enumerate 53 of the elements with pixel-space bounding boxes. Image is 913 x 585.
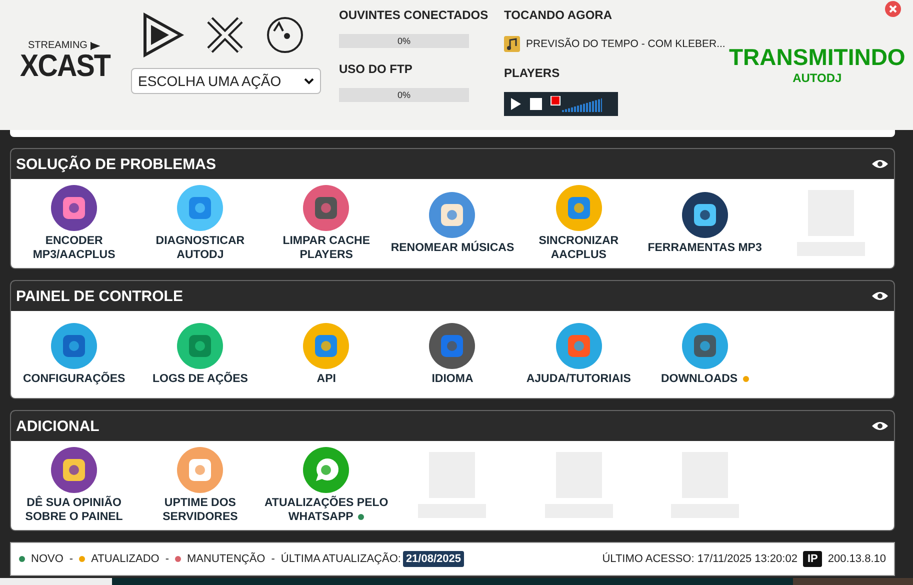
eye-icon[interactable] — [872, 291, 888, 301]
tool-link[interactable]: UPTIME DOS SERVIDORES — [137, 496, 264, 524]
now-playing-label: TOCANDO AGORA — [504, 8, 613, 22]
whatsapp-icon[interactable] — [302, 446, 350, 494]
action-select[interactable]: ESCOLHA UMA AÇÃO — [131, 68, 321, 94]
legend-label: NOVO — [31, 553, 64, 565]
section-header: ADICIONAL — [11, 411, 894, 441]
eye-icon[interactable] — [872, 159, 888, 169]
play-icon[interactable] — [141, 12, 185, 58]
progress-bar: 0% — [339, 34, 469, 48]
close-icon[interactable] — [205, 15, 245, 55]
tool-link[interactable]: DOWNLOADS — [660, 372, 749, 386]
logo-wordmark: XCAST — [20, 51, 110, 81]
date-badge: 21/08/2025 — [402, 551, 464, 567]
separator-dash: - — [165, 553, 170, 565]
ip-address: 200.13.8.10 — [828, 553, 886, 565]
tool-link[interactable]: FERRAMENTAS MP3 — [648, 241, 762, 255]
restart-icon[interactable] — [265, 15, 305, 55]
play-flag-icon — [90, 42, 100, 50]
status-subtitle: AUTODJ — [792, 71, 842, 85]
tool-link[interactable]: API — [316, 372, 336, 386]
ip-badge: IP — [803, 551, 822, 567]
status-title: TRANSMITINDO — [729, 44, 906, 71]
chevron-down-icon — [304, 78, 314, 84]
tool-link[interactable]: LIMPAR CACHE PLAYERS — [263, 234, 390, 262]
legend-label: MANUTENÇÃO — [187, 553, 266, 565]
tool-link[interactable]: LOGS DE AÇÕES — [152, 372, 248, 386]
progress-bar: 0% — [339, 88, 469, 102]
play-icon[interactable] — [510, 98, 522, 110]
tool-link[interactable]: IDIOMA — [432, 372, 474, 386]
separator-dash: - — [69, 553, 74, 565]
music-note-icon — [504, 36, 520, 52]
tool-link[interactable]: CONFIGURAÇÕES — [22, 372, 126, 386]
legend-label: ATUALIZADO — [91, 553, 160, 565]
eye-icon[interactable] — [872, 421, 888, 431]
tool-link[interactable]: DÊ SUA OPINIÃO SOBRE O PAINEL — [11, 496, 138, 524]
stat-label: USO DO FTP — [339, 62, 414, 76]
volume-meter-icon[interactable] — [550, 96, 602, 112]
logo-tagline: STREAMING — [28, 40, 88, 51]
tool-link[interactable]: AJUDA/TUTORIAIS — [526, 372, 631, 386]
section-header: SOLUÇÃO DE PROBLEMAS — [11, 149, 894, 179]
last-update-label: ÚLTIMA ATUALIZAÇÃO: — [280, 553, 401, 565]
tool-link[interactable]: SINCRONIZAR AACPLUS — [516, 234, 642, 262]
stat-label: OUVINTES CONECTADOS — [339, 8, 489, 22]
last-access-text: ÚLTIMO ACESSO: 17/11/2025 13:20:02 — [602, 553, 798, 565]
tool-link[interactable]: ENCODER MP3/AACPLUS — [11, 234, 138, 262]
section-header: PAINEL DE CONTROLE — [11, 281, 894, 311]
track-title: PREVISÃO DO TEMPO - COM KLEBER... — [526, 38, 726, 50]
separator-dash: - — [271, 553, 275, 565]
tool-link[interactable]: DIAGNOSTICAR AUTODJ — [137, 234, 264, 262]
tool-link[interactable]: RENOMEAR MÚSICAS — [390, 241, 514, 255]
players-label: PLAYERS — [504, 66, 561, 80]
tool-link[interactable]: ATUALIZAÇÕES PELO WHATSAPP — [263, 496, 390, 524]
